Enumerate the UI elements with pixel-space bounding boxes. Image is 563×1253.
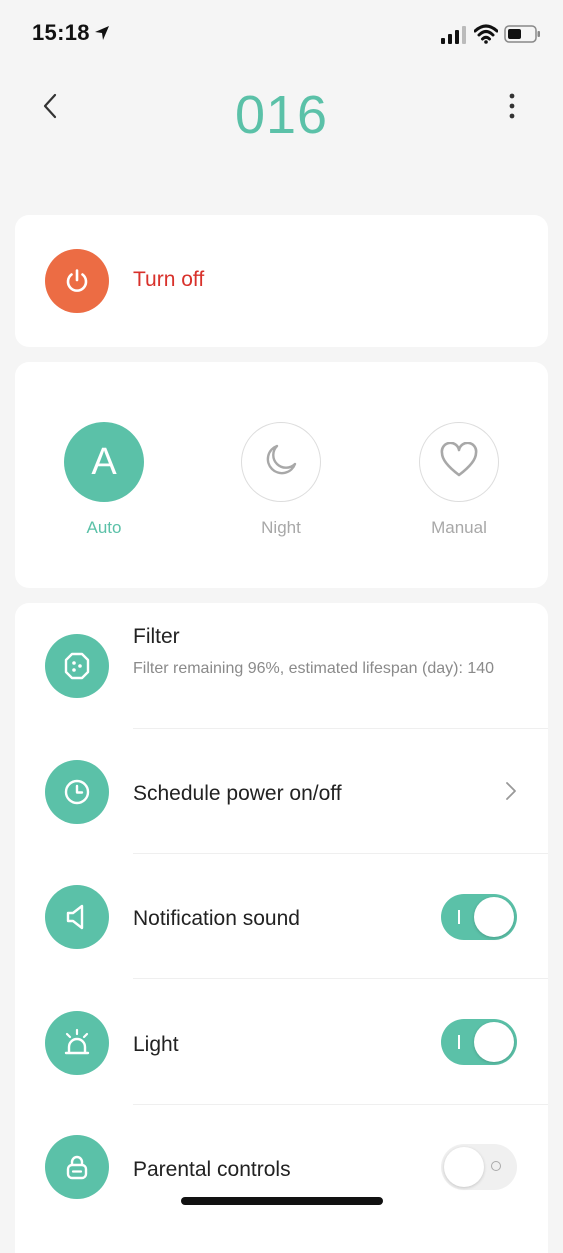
filter-row[interactable]: Filter Filter remaining 96%, estimated l… — [15, 603, 548, 729]
status-time: 15:18 — [32, 20, 90, 45]
parental-controls-toggle[interactable] — [441, 1144, 517, 1190]
mode-auto-label: Auto — [86, 518, 122, 537]
alarm-light-icon — [45, 1011, 109, 1075]
modes-card: A Auto Night Manual — [15, 362, 548, 588]
power-card: Turn off — [15, 215, 548, 347]
heart-icon — [439, 441, 479, 483]
auto-mode-icon: A — [64, 422, 144, 502]
mode-manual-button[interactable]: Manual — [399, 422, 519, 552]
mode-night-button[interactable]: Night — [221, 422, 341, 552]
power-icon — [45, 249, 109, 313]
light-row: Light — [15, 979, 548, 1105]
speaker-icon — [45, 885, 109, 949]
nav-header: 016 — [0, 70, 563, 170]
light-title: Light — [133, 1033, 179, 1056]
schedule-row[interactable]: Schedule power on/off — [15, 729, 548, 854]
more-vertical-icon — [509, 93, 515, 124]
turn-off-button[interactable]: Turn off — [15, 215, 548, 347]
page-title: 016 — [234, 85, 329, 145]
filter-icon — [45, 634, 109, 698]
mode-night-label: Night — [261, 518, 301, 537]
location-arrow-icon — [94, 25, 110, 46]
notification-sound-title: Notification sound — [133, 907, 300, 930]
notification-sound-toggle[interactable] — [441, 894, 517, 940]
parental-controls-title: Parental controls — [133, 1158, 291, 1181]
mode-auto-button[interactable]: A Auto — [44, 422, 164, 552]
auto-mode-letter: A — [91, 440, 117, 483]
battery-icon — [504, 24, 542, 49]
clock-icon — [45, 760, 109, 824]
settings-card: Filter Filter remaining 96%, estimated l… — [15, 603, 548, 1253]
wifi-icon — [473, 24, 499, 49]
parental-controls-row: Parental controls — [15, 1105, 548, 1231]
status-bar: 15:18 — [0, 0, 563, 70]
lock-icon — [45, 1135, 109, 1199]
schedule-title: Schedule power on/off — [133, 782, 342, 805]
turn-off-label: Turn off — [133, 268, 205, 291]
more-button[interactable] — [496, 88, 528, 128]
filter-title: Filter — [133, 625, 180, 648]
light-toggle[interactable] — [441, 1019, 517, 1065]
notification-sound-row: Notification sound — [15, 854, 548, 979]
home-indicator — [181, 1197, 383, 1205]
filter-status: Filter remaining 96%, estimated lifespan… — [133, 660, 495, 677]
moon-icon — [262, 441, 300, 484]
chevron-right-icon — [505, 781, 517, 806]
cellular-signal-icon — [441, 26, 467, 49]
mode-manual-label: Manual — [431, 518, 487, 537]
